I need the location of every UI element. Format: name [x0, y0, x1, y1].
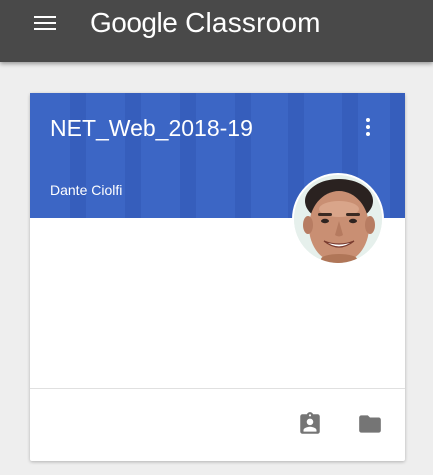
- brand-product: Classroom: [185, 7, 321, 38]
- brand-google: Google: [90, 7, 178, 38]
- hamburger-menu-icon[interactable]: [34, 14, 56, 32]
- teacher-avatar: [292, 173, 384, 265]
- course-title[interactable]: NET_Web_2018-19: [50, 115, 253, 142]
- course-card[interactable]: NET_Web_2018-19 Dante Ciolfi: [30, 93, 405, 461]
- app-logo[interactable]: Google Classroom: [90, 5, 321, 41]
- teacher-name: Dante Ciolfi: [50, 182, 123, 198]
- app-bar: Google Classroom: [0, 0, 433, 62]
- more-vert-icon[interactable]: [360, 115, 376, 139]
- course-card-footer: [30, 388, 405, 462]
- assignment-ind-icon[interactable]: [297, 411, 323, 437]
- folder-icon[interactable]: [357, 411, 383, 437]
